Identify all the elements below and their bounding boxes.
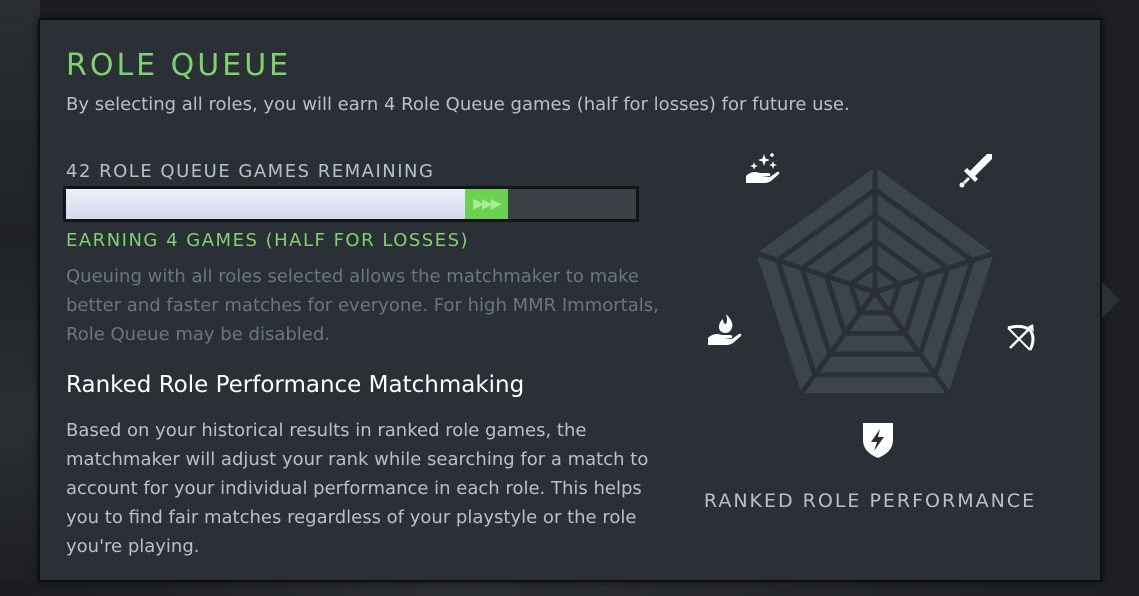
role-queue-description: Queuing with all roles selected allows t… — [66, 266, 659, 345]
role-queue-panel: ROLE QUEUE By selecting all roles, you w… — [38, 18, 1102, 582]
panel-title: ROLE QUEUE — [66, 48, 292, 83]
hand-flame-icon — [708, 314, 742, 345]
earning-games-label: EARNING 4 GAMES (HALF FOR LOSSES) — [66, 230, 470, 251]
progress-current-fill — [66, 189, 465, 219]
shield-lightning-icon — [863, 423, 893, 458]
background-bottom — [0, 582, 1139, 596]
bow-icon — [1007, 324, 1035, 351]
ranked-performance-description: Based on your historical results in rank… — [66, 420, 649, 557]
background-left — [0, 0, 40, 596]
panel-subtitle: By selecting all roles, you will earn 4 … — [66, 94, 850, 115]
progress-earning-segment: ▶▶▶ — [465, 189, 508, 219]
games-remaining-label: 42 ROLE QUEUE GAMES REMAINING — [66, 161, 435, 182]
hand-sparkles-icon — [746, 153, 780, 183]
ranked-performance-title: Ranked Role Performance Matchmaking — [66, 372, 525, 398]
panel-pointer-arrow — [1102, 282, 1120, 318]
radar-chart-label: RANKED ROLE PERFORMANCE — [703, 490, 1037, 512]
role-queue-progress-bar: ▶▶▶ — [63, 186, 639, 222]
sword-icon — [959, 154, 992, 188]
